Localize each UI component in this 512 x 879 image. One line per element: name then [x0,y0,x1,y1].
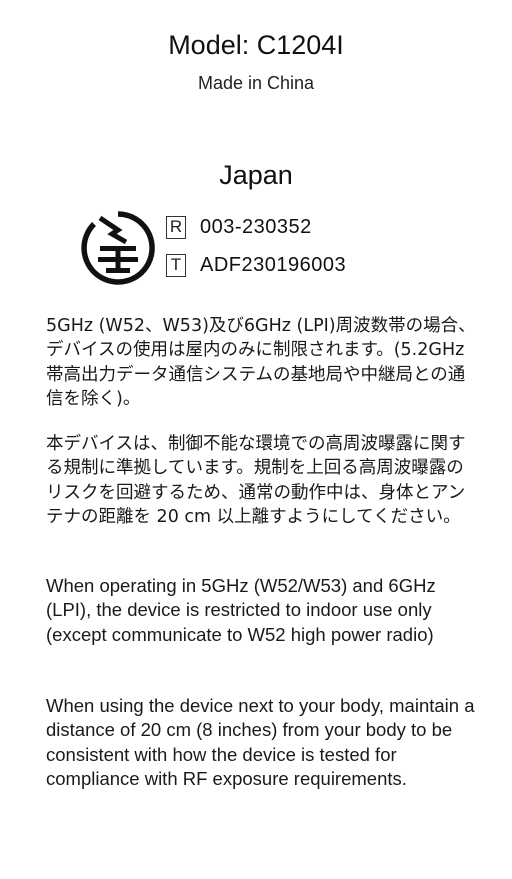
japan-giteki-mark-icon [81,211,155,285]
notice-ja-indoor: 5GHz (W52、W53)及び6GHz (LPI)周波数帯の場合、デバイスの使… [46,316,476,410]
made-in-label: Made in China [197,73,315,93]
cert-row-telecom: T ADF230196003 [166,254,346,277]
cert-number-r: 003-230352 [200,216,312,238]
cert-tag-t: T [166,254,186,277]
notice-ja-exposure: 本デバイスは、制御不能な環境での高周波曝露に関する規制に準拠しています。規制を上… [46,434,466,528]
cert-row-radio: R 003-230352 [166,216,312,239]
regulatory-page: Model: C1204I Made in China Japan R 003-… [0,0,512,879]
notice-en-indoor: When operating in 5GHz (W52/W53) and 6GH… [46,575,436,645]
model-title: Model: C1204I [168,30,344,60]
region-title: Japan [219,160,293,190]
notice-en-exposure: When using the device next to your body,… [46,695,475,790]
cert-tag-r: R [166,216,186,239]
cert-number-t: ADF230196003 [200,254,347,276]
